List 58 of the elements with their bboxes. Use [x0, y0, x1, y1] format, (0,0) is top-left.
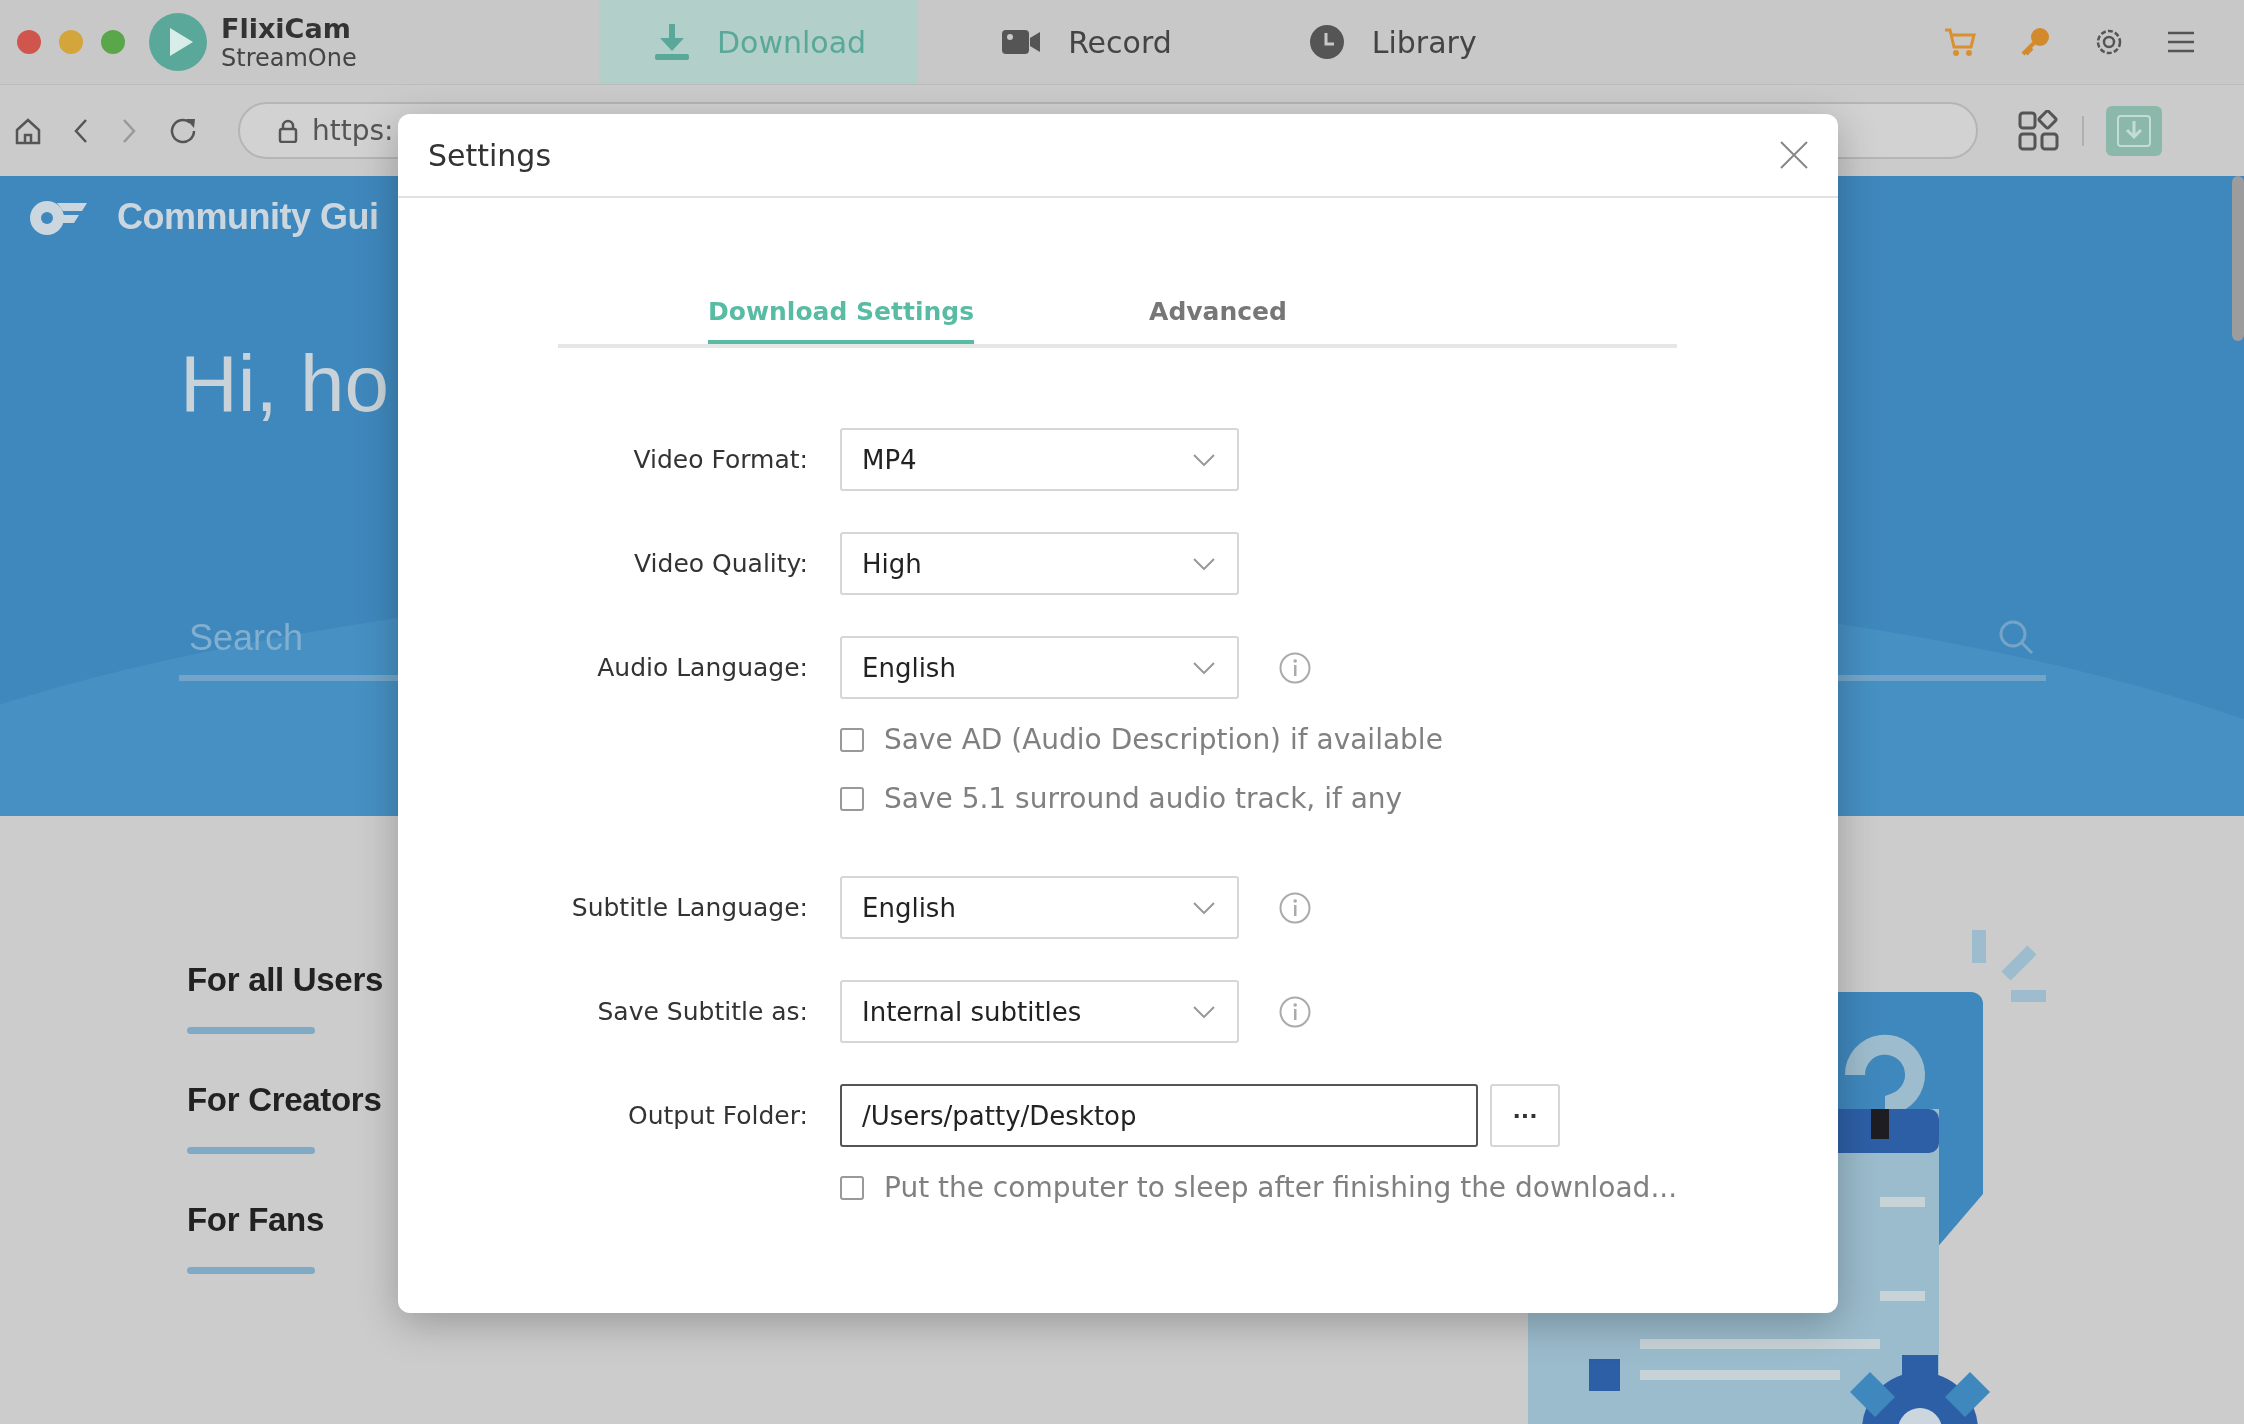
dropdown[interactable]: English: [840, 636, 1239, 699]
dropdown[interactable]: High: [840, 532, 1239, 595]
back-icon[interactable]: [72, 117, 90, 144]
cart-icon[interactable]: [1944, 27, 1976, 57]
checkbox-label[interactable]: Save 5.1 surround audio track, if any: [884, 782, 1403, 815]
download-icon: [2117, 114, 2151, 147]
field-label: Output Folder:: [627, 1101, 808, 1130]
apps-icon[interactable]: [2018, 109, 2060, 152]
download-icon: [655, 24, 689, 60]
dropdown[interactable]: English: [840, 876, 1239, 939]
app-logo-icon: [149, 13, 207, 71]
checkbox[interactable]: [840, 727, 864, 752]
category-link[interactable]: For all Users: [187, 961, 384, 999]
scrollbar-thumb[interactable]: [2232, 176, 2244, 341]
chevron-icon: [1193, 453, 1215, 466]
hero-heading: Hi, ho: [180, 338, 389, 430]
field-label: Audio Language:: [597, 653, 808, 682]
nav-tab[interactable]: Record: [948, 0, 1226, 84]
dropdown[interactable]: Internal subtitles: [840, 980, 1239, 1043]
home-icon[interactable]: [14, 116, 42, 145]
info-icon[interactable]: [1279, 891, 1311, 924]
video-camera-icon: [1002, 28, 1041, 56]
video-download-button[interactable]: [2106, 105, 2162, 156]
field-label: Subtitle Language:: [571, 893, 808, 922]
category-link[interactable]: For Fans: [187, 1201, 324, 1239]
nav-tab[interactable]: Library: [1255, 0, 1531, 84]
minimize-window-button[interactable]: [59, 30, 83, 54]
close-window-button[interactable]: [17, 30, 41, 54]
dropdown[interactable]: MP4: [840, 428, 1239, 491]
field-label: Save Subtitle as:: [597, 997, 808, 1026]
browse-button[interactable]: ···: [1490, 1084, 1560, 1147]
checkbox-label[interactable]: Put the computer to sleep after finishing the download...: [884, 1171, 1678, 1204]
settings-tab[interactable]: Advanced: [1149, 282, 1287, 344]
chevron-icon: [1193, 661, 1215, 674]
info-icon[interactable]: [1279, 995, 1311, 1028]
category-link[interactable]: For Creators: [187, 1081, 382, 1119]
checkbox-label[interactable]: Save AD (Audio Description) if available: [884, 723, 1443, 756]
field-label: Video Format:: [633, 445, 808, 474]
key-icon[interactable]: [2020, 27, 2050, 57]
chevron-icon: [1193, 557, 1215, 570]
maximize-window-button[interactable]: [101, 30, 125, 54]
search-icon[interactable]: [1998, 619, 2036, 657]
info-icon[interactable]: [1279, 651, 1311, 684]
menu-icon[interactable]: [2168, 31, 2194, 53]
close-icon[interactable]: [1780, 141, 1808, 169]
field-label: Video Quality:: [634, 549, 808, 578]
dialog-title: Settings: [428, 137, 552, 173]
chevron-icon: [1193, 1005, 1215, 1018]
app-edition: StreamOne: [221, 43, 357, 72]
folder-path-field[interactable]: /Users/patty/Desktop: [840, 1084, 1478, 1147]
chevron-icon: [1193, 901, 1215, 914]
checkbox[interactable]: [840, 786, 864, 811]
clock-icon: [1309, 25, 1344, 59]
forward-icon[interactable]: [120, 117, 138, 144]
settings-icon[interactable]: [2094, 27, 2124, 57]
checkbox[interactable]: [840, 1175, 864, 1200]
app-name: FlixiCam: [221, 12, 352, 44]
lock-icon: [278, 118, 298, 143]
